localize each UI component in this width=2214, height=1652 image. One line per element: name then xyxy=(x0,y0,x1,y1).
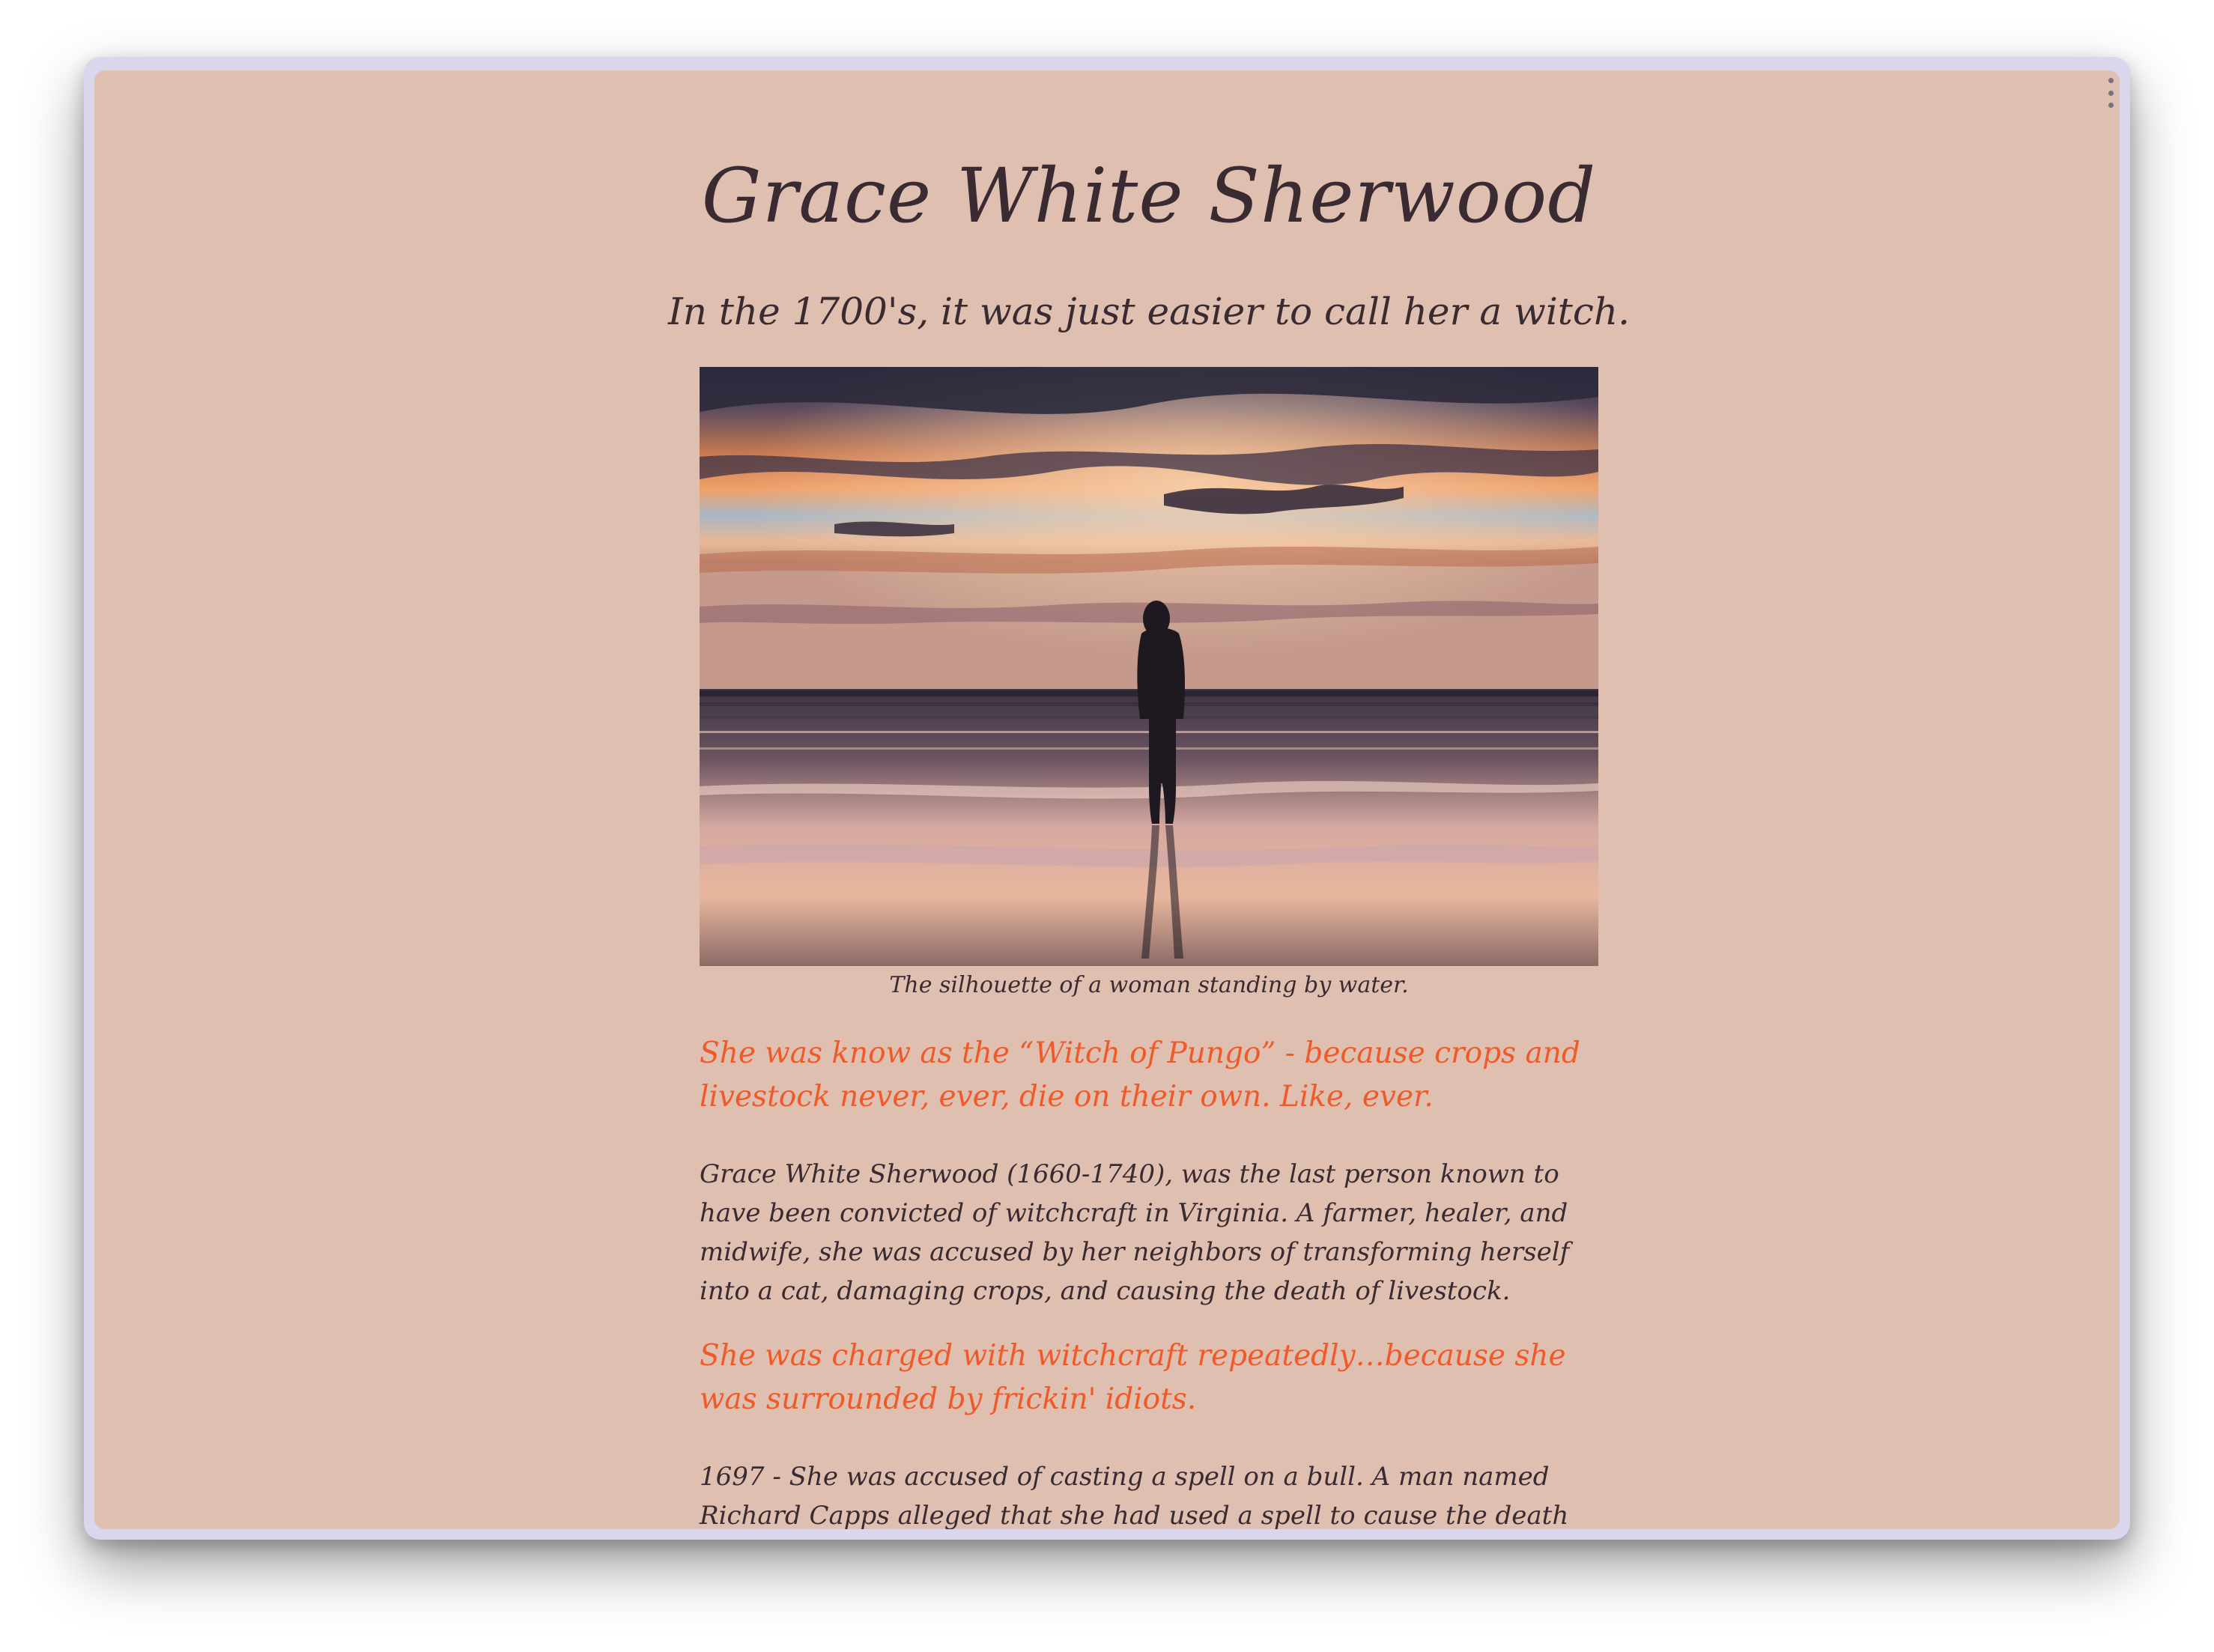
body-paragraph: 1697 - She was accused of casting a spel… xyxy=(700,1462,1569,1529)
body-paragraph: Grace White Sherwood (1660-1740), was th… xyxy=(700,1159,1570,1306)
menu-dot xyxy=(2108,103,2114,108)
page-title: Grace White Sherwood xyxy=(701,152,1597,240)
browser-window: Grace White Sherwood In the 1700's, it w… xyxy=(84,57,2130,1540)
image-caption: The silhouette of a woman standing by wa… xyxy=(889,972,1409,998)
menu-dot xyxy=(2108,90,2114,96)
pull-quote-emphasis: idiots. xyxy=(1105,1382,1197,1416)
page-subtitle: In the 1700's, it was just easier to cal… xyxy=(667,290,1631,333)
menu-dot xyxy=(2108,78,2114,83)
hero-figure: The silhouette of a woman standing by wa… xyxy=(700,367,1598,998)
hero-image xyxy=(700,367,1598,966)
kebab-menu-icon[interactable] xyxy=(2105,78,2117,108)
pull-quote: She was charged with witchcraft repeated… xyxy=(700,1334,1598,1421)
pull-quote: She was know as the “Witch of Pungo” - b… xyxy=(700,1036,1580,1114)
page-viewport[interactable]: Grace White Sherwood In the 1700's, it w… xyxy=(94,70,2120,1529)
